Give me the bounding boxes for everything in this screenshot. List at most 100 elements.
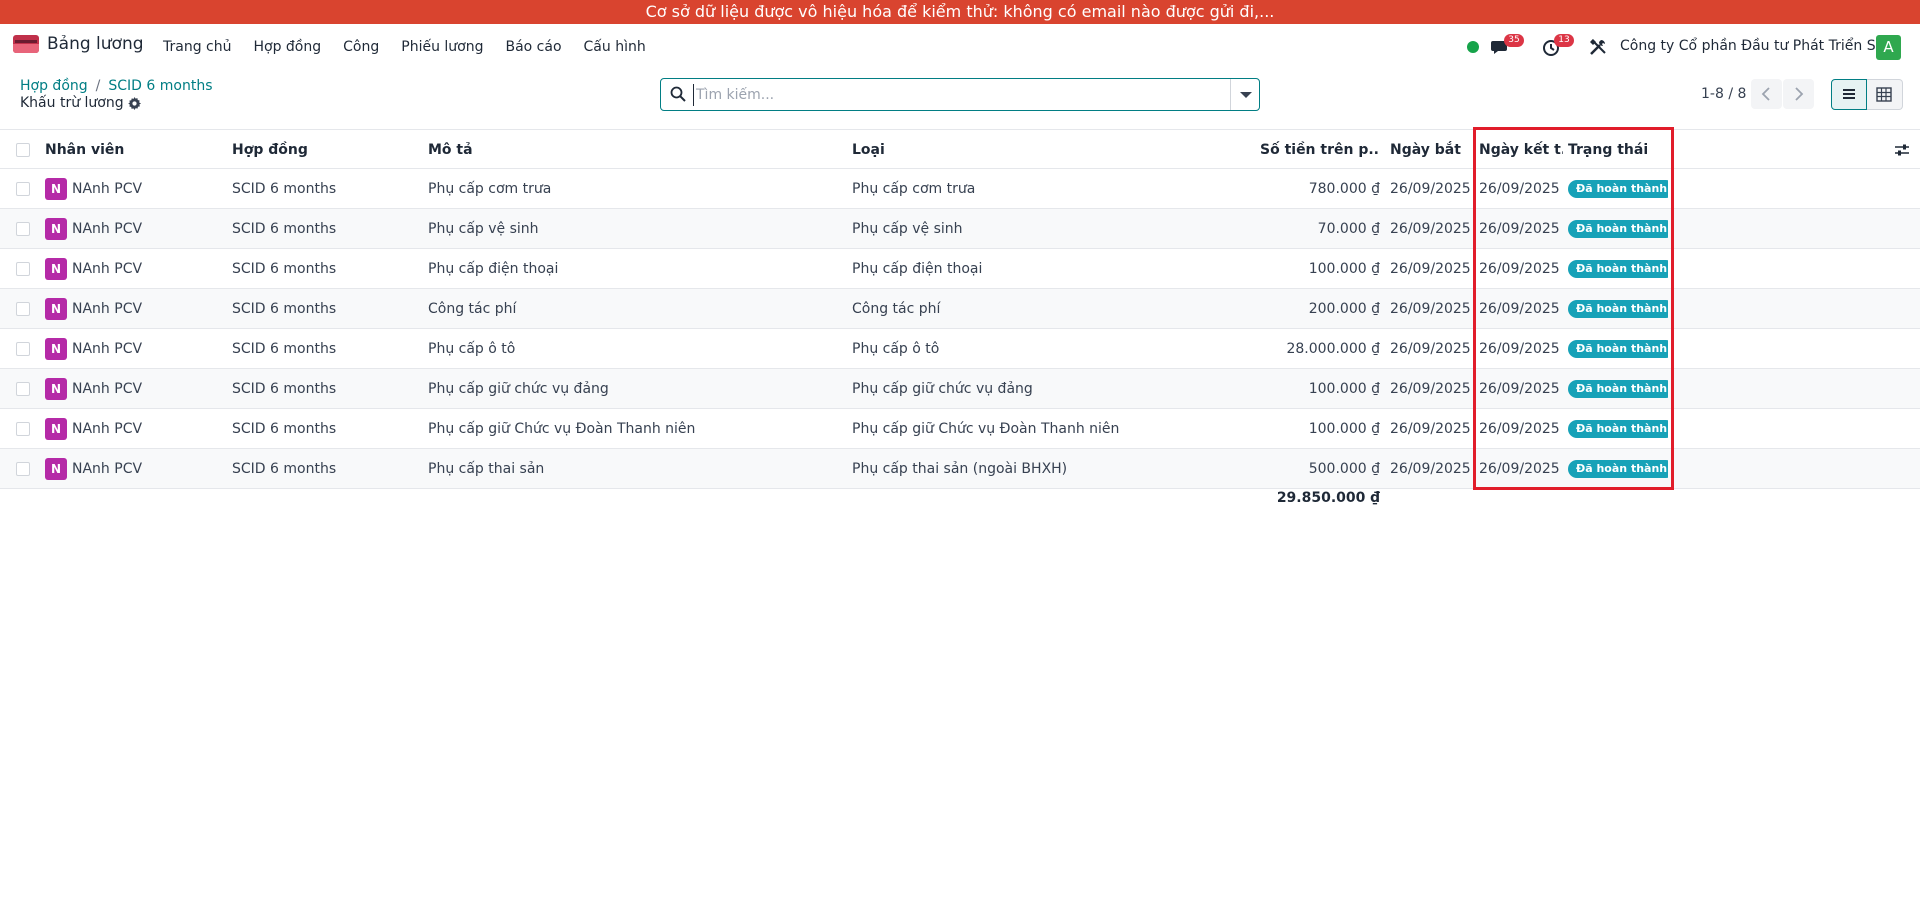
column-header-contract[interactable]: Hợp đồng <box>232 130 422 170</box>
cell-amount: 780.000 ₫ <box>1308 181 1380 197</box>
cell-amount: 100.000 ₫ <box>1308 421 1380 437</box>
table-row[interactable]: N NAnh PCV SCID 6 months Công tác phí Công t… <box>0 289 1920 329</box>
cell-contract: SCID 6 months <box>232 181 337 197</box>
cell-start-date: 26/09/2025 <box>1390 341 1470 357</box>
cell-amount: 28.000.000 ₫ <box>1286 341 1380 357</box>
menu-item-contracts[interactable]: Hợp đồng <box>242 39 332 55</box>
employee-name: NAnh PCV <box>72 421 143 437</box>
table-header-row: Nhân viên Hợp đồng Mô tả Loại Số tiền tr… <box>0 129 1920 169</box>
cell-end-date: 26/09/2025 <box>1479 181 1560 197</box>
employee-avatar: N <box>45 218 67 240</box>
cell-employee: N NAnh PCV <box>45 329 225 369</box>
menu-item-payslips[interactable]: Phiếu lương <box>390 39 494 55</box>
cell-amount: 200.000 ₫ <box>1308 301 1380 317</box>
column-header-status[interactable]: Trạng thái <box>1568 130 1668 170</box>
row-checkbox[interactable] <box>16 262 30 276</box>
cell-status: Đã hoàn thành <box>1568 329 1668 369</box>
search-options-dropdown-toggle[interactable] <box>1230 79 1259 110</box>
cell-description: Phụ cấp ô tô <box>428 341 516 357</box>
cell-status: Đã hoàn thành <box>1568 369 1668 409</box>
gear-icon[interactable] <box>127 96 141 110</box>
status-badge: Đã hoàn thành <box>1568 420 1668 438</box>
row-checkbox[interactable] <box>16 302 30 316</box>
pager-next-button[interactable] <box>1783 79 1814 109</box>
employee-avatar: N <box>45 378 67 400</box>
amount-total: 29.850.000 ₫ <box>1276 490 1380 506</box>
messages-count-badge: 35 <box>1504 34 1524 47</box>
cell-end-date: 26/09/2025 <box>1479 421 1560 437</box>
table-grid-icon <box>1876 87 1892 102</box>
list-view-button[interactable] <box>1831 79 1867 110</box>
column-header-amount[interactable]: Số tiền trên p... <box>1260 130 1380 170</box>
column-header-end-date[interactable]: Ngày kết t... <box>1479 130 1563 170</box>
activities-clock-icon[interactable]: 13 <box>1542 34 1574 58</box>
cell-contract: SCID 6 months <box>232 341 337 357</box>
breadcrumb: Hợp đồng / SCID 6 months <box>20 78 213 94</box>
cell-status: Đã hoàn thành <box>1568 449 1668 489</box>
cell-end-date: 26/09/2025 <box>1479 261 1560 277</box>
control-panel: Hợp đồng/SCID 6 months Khấu trừ lương 1-… <box>0 70 1920 128</box>
cell-description: Phụ cấp giữ chức vụ đảng <box>428 381 609 397</box>
breadcrumb-current-link[interactable]: SCID 6 months <box>108 78 212 94</box>
page-title: Khấu trừ lương <box>20 95 141 111</box>
column-header-type[interactable]: Loại <box>852 130 1267 170</box>
page-title-text: Khấu trừ lương <box>20 95 124 111</box>
table-row[interactable]: N NAnh PCV SCID 6 months Phụ cấp thai sản Ph… <box>0 449 1920 489</box>
cell-type: Phụ cấp điện thoại <box>852 261 983 277</box>
cell-type: Phụ cấp ô tô <box>852 341 940 357</box>
employee-avatar: N <box>45 178 67 200</box>
row-checkbox[interactable] <box>16 382 30 396</box>
breadcrumb-parent-link[interactable]: Hợp đồng <box>20 78 88 94</box>
cell-contract: SCID 6 months <box>232 261 337 277</box>
cell-type: Phụ cấp giữ Chức vụ Đoàn Thanh niên <box>852 421 1120 437</box>
app-brand[interactable]: Bảng lương <box>13 34 144 54</box>
menu-item-reports[interactable]: Báo cáo <box>494 39 572 55</box>
table-row[interactable]: N NAnh PCV SCID 6 months Phụ cấp giữ Chức v… <box>0 409 1920 449</box>
column-header-employee[interactable]: Nhân viên <box>45 130 225 170</box>
table-row[interactable]: N NAnh PCV SCID 6 months Phụ cấp cơm trưa Ph… <box>0 169 1920 209</box>
row-checkbox[interactable] <box>16 342 30 356</box>
table-row[interactable]: N NAnh PCV SCID 6 months Phụ cấp ô tô Phụ cấ… <box>0 329 1920 369</box>
cell-description: Phụ cấp vệ sinh <box>428 221 539 237</box>
menu-item-home[interactable]: Trang chủ <box>152 39 242 55</box>
optional-columns-sliders-icon[interactable] <box>1894 143 1910 157</box>
user-avatar[interactable]: A <box>1876 35 1901 60</box>
debug-tools-icon[interactable] <box>1589 36 1611 58</box>
activities-count-badge: 13 <box>1554 34 1574 47</box>
cell-amount: 100.000 ₫ <box>1308 381 1380 397</box>
table-row[interactable]: N NAnh PCV SCID 6 months Phụ cấp vệ sinh Phụ… <box>0 209 1920 249</box>
status-badge: Đã hoàn thành <box>1568 380 1668 398</box>
company-switcher[interactable]: Công ty Cổ phần Đầu tư Phát Triển S... <box>1620 38 1889 54</box>
menu-item-attendance[interactable]: Công <box>332 39 390 55</box>
search-input[interactable] <box>693 84 1213 106</box>
status-badge: Đã hoàn thành <box>1568 180 1668 198</box>
cell-end-date: 26/09/2025 <box>1479 381 1560 397</box>
messages-icon[interactable]: 35 <box>1490 34 1524 58</box>
status-badge: Đã hoàn thành <box>1568 220 1668 238</box>
table-row[interactable]: N NAnh PCV SCID 6 months Phụ cấp điện thoại… <box>0 249 1920 289</box>
test-mode-banner: Cơ sở dữ liệu được vô hiệu hóa để kiểm t… <box>0 0 1920 24</box>
pager-value[interactable]: 1-8 / 8 <box>1701 86 1746 102</box>
cell-type: Phụ cấp cơm trưa <box>852 181 976 197</box>
table-row[interactable]: N NAnh PCV SCID 6 months Phụ cấp giữ chức v… <box>0 369 1920 409</box>
menu-item-configuration[interactable]: Cấu hình <box>573 39 657 55</box>
cell-contract: SCID 6 months <box>232 461 337 477</box>
row-checkbox[interactable] <box>16 422 30 436</box>
pivot-view-button[interactable] <box>1867 79 1903 110</box>
row-checkbox[interactable] <box>16 182 30 196</box>
cell-contract: SCID 6 months <box>232 221 337 237</box>
employee-name: NAnh PCV <box>72 461 143 477</box>
cell-start-date: 26/09/2025 <box>1390 381 1470 397</box>
row-checkbox[interactable] <box>16 222 30 236</box>
row-checkbox[interactable] <box>16 462 30 476</box>
column-header-description[interactable]: Mô tả <box>428 130 843 170</box>
column-header-start-date[interactable]: Ngày bắt ... <box>1390 130 1466 170</box>
cell-employee: N NAnh PCV <box>45 169 225 209</box>
select-all-checkbox[interactable] <box>16 143 30 157</box>
cell-status: Đã hoàn thành <box>1568 169 1668 209</box>
employee-name: NAnh PCV <box>72 261 143 277</box>
cell-employee: N NAnh PCV <box>45 249 225 289</box>
cell-type: Phụ cấp vệ sinh <box>852 221 963 237</box>
cell-amount: 500.000 ₫ <box>1308 461 1380 477</box>
pager-previous-button[interactable] <box>1751 79 1782 109</box>
